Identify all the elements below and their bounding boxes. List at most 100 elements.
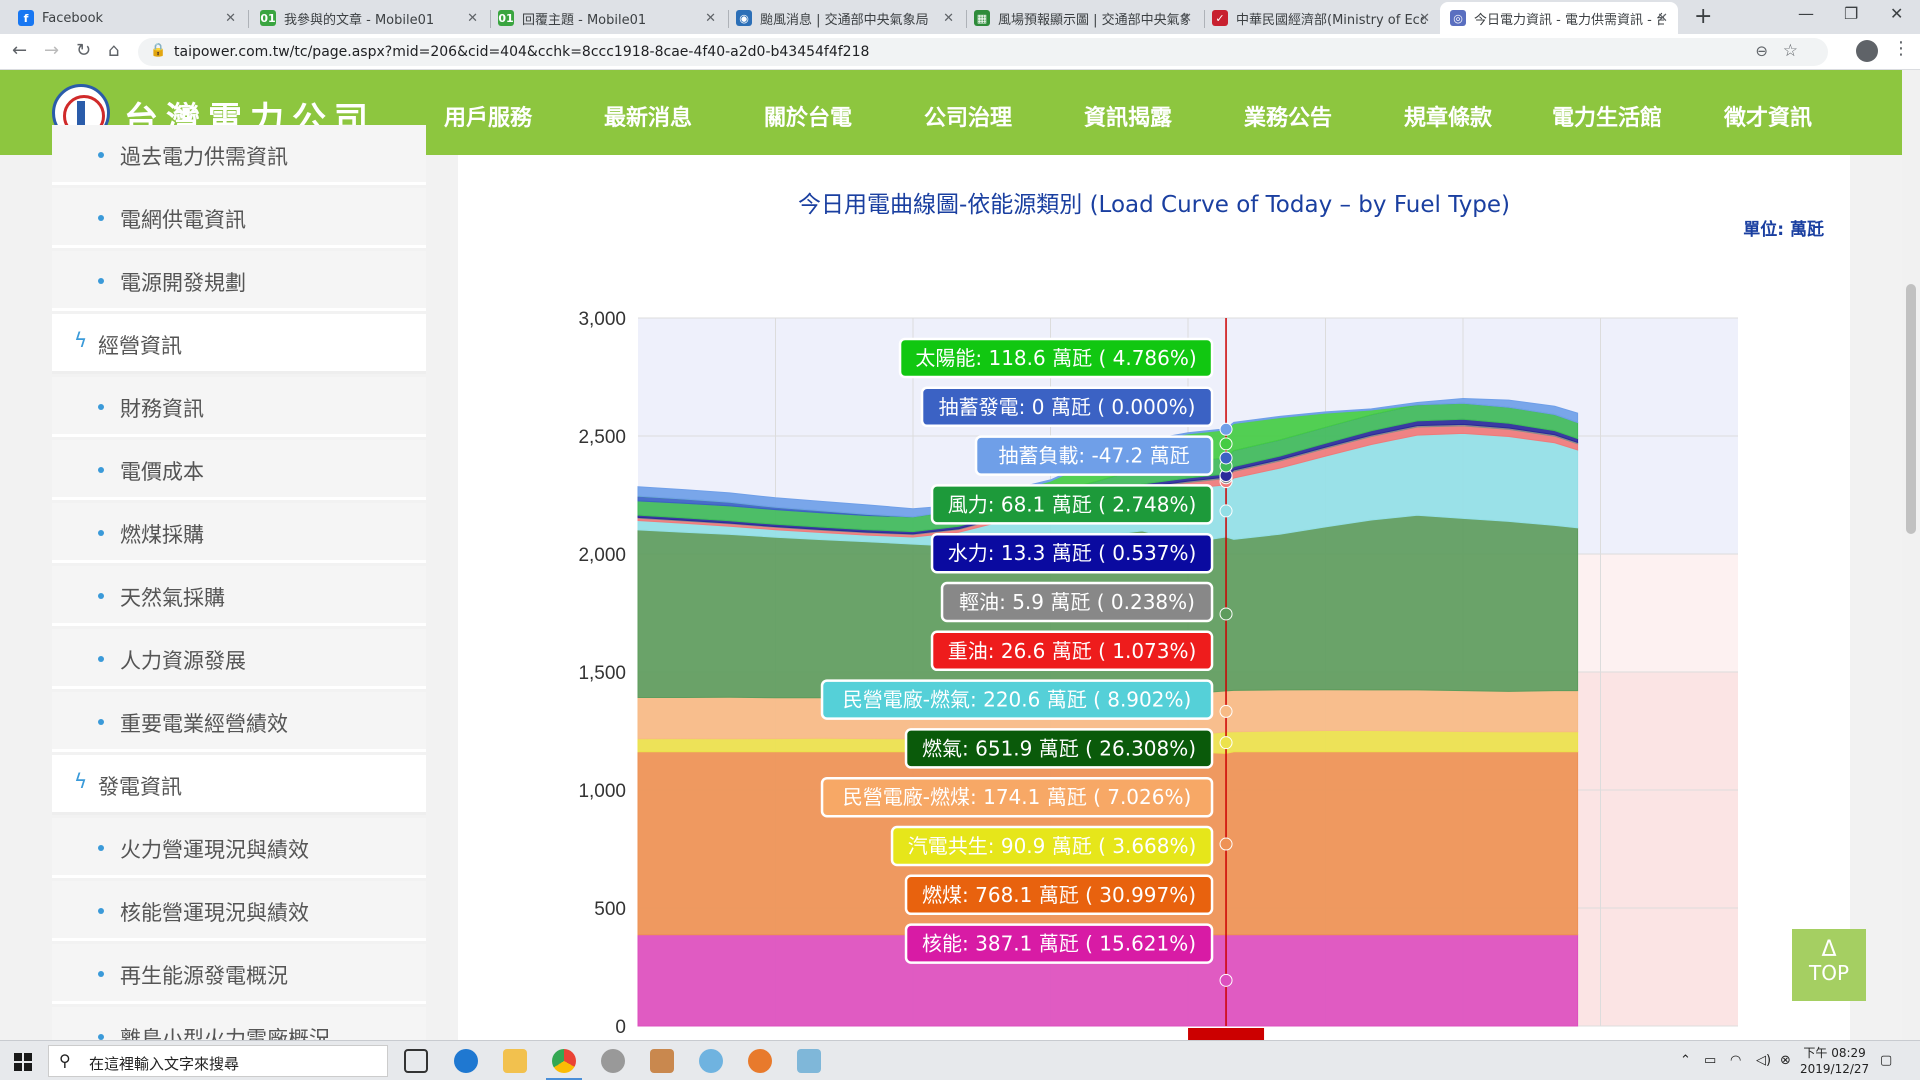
task-view-icon[interactable]: [404, 1049, 428, 1073]
lock-icon: 🔒: [150, 43, 167, 58]
app-network-icon[interactable]: [699, 1049, 723, 1073]
file-explorer-icon[interactable]: [503, 1049, 527, 1073]
app-compass-icon[interactable]: [601, 1049, 625, 1073]
tooltip-text: 燃煤: 768.1 萬瓩 ( 30.997%): [922, 883, 1196, 907]
tray-ime-icon[interactable]: ⊗: [1780, 1053, 1791, 1068]
tab-close-icon[interactable]: ✕: [225, 11, 236, 26]
tab-close-icon[interactable]: ✕: [705, 11, 716, 26]
sidebar-item-label: 再生能源發電概況: [120, 964, 288, 988]
tray-chevron-icon[interactable]: ⌃: [1680, 1053, 1691, 1068]
sidebar-item[interactable]: 天然氣採購: [52, 566, 426, 626]
tab-close-icon[interactable]: ✕: [1419, 11, 1430, 26]
sidebar-item[interactable]: 再生能源發電概況: [52, 944, 426, 1004]
sidebar-category[interactable]: ϟ 發電資訊: [52, 755, 426, 815]
sidebar-item[interactable]: 電網供電資訊: [52, 188, 426, 248]
tab-close-icon[interactable]: ✕: [1181, 11, 1192, 26]
search-icon: ⚲: [59, 1051, 71, 1070]
taskbar-clock[interactable]: 下午 08:29 2019/12/27: [1800, 1045, 1869, 1077]
browser-tab[interactable]: 01 回覆主題 - Mobile01 ✕: [488, 2, 726, 34]
main-nav-item[interactable]: 用戶服務: [444, 100, 532, 132]
reload-icon[interactable]: ↻: [76, 40, 91, 61]
bullet-dot-icon: [98, 278, 104, 284]
minimize-icon[interactable]: —: [1798, 4, 1814, 23]
zoom-icon[interactable]: ⊖: [1755, 42, 1768, 60]
app-window-icon[interactable]: [797, 1049, 821, 1073]
page-scrollbar[interactable]: [1902, 70, 1920, 1040]
sidebar-item[interactable]: 燃煤採購: [52, 503, 426, 563]
main-nav-item[interactable]: 規章條款: [1404, 100, 1492, 132]
sidebar-item[interactable]: 電價成本: [52, 440, 426, 500]
tab-close-icon[interactable]: ✕: [467, 11, 478, 26]
back-arrow-icon[interactable]: ←: [12, 40, 27, 61]
maximize-icon[interactable]: ❐: [1844, 4, 1858, 23]
new-tab-button[interactable]: +: [1694, 4, 1712, 29]
sidebar-item-label: 電價成本: [120, 460, 204, 484]
back-to-top-button[interactable]: Δ TOP: [1792, 929, 1866, 1001]
sidebar-item-label: 經營資訊: [98, 334, 182, 358]
window-close-icon[interactable]: ✕: [1890, 4, 1903, 23]
home-icon[interactable]: ⌂: [108, 40, 119, 61]
tab-favicon-icon: 01: [260, 10, 276, 26]
tab-title: 我參與的文章 - Mobile01: [284, 12, 435, 28]
browser-tab[interactable]: ✓ 中華民國經濟部(Ministry of Eco ✕: [1202, 2, 1440, 34]
profile-avatar-icon[interactable]: [1856, 40, 1878, 62]
browser-tab[interactable]: f Facebook ✕: [8, 2, 246, 34]
app-animal-icon[interactable]: [650, 1049, 674, 1073]
sidebar-item[interactable]: 核能營運現況與績效: [52, 881, 426, 941]
browser-tab[interactable]: ◉ 颱風消息 | 交通部中央氣象局 ✕: [726, 2, 964, 34]
tooltip-text: 汽電共生: 90.9 萬瓩 ( 3.668%): [908, 834, 1197, 858]
sidebar-category[interactable]: ϟ 經營資訊: [52, 314, 426, 374]
chrome-icon[interactable]: [552, 1049, 576, 1073]
scrollbar-thumb[interactable]: [1906, 284, 1916, 534]
tab-close-icon[interactable]: ✕: [1657, 11, 1668, 26]
main-nav-item[interactable]: 關於台電: [764, 100, 852, 132]
tray-battery-icon[interactable]: ▭: [1704, 1053, 1716, 1068]
browser-toolbar: ← → ↻ ⌂ 🔒 taipower.com.tw/tc/page.aspx?m…: [0, 34, 1920, 70]
browser-tab[interactable]: ◎ 今日電力資訊 - 電力供需資訊 - 台 ✕: [1440, 2, 1678, 34]
taskbar-search-box[interactable]: ⚲ 在這裡輸入文字來搜尋: [48, 1045, 388, 1077]
tray-volume-icon[interactable]: ◁): [1756, 1053, 1771, 1068]
sidebar-item[interactable]: 重要電業經營績效: [52, 692, 426, 752]
address-bar[interactable]: 🔒 taipower.com.tw/tc/page.aspx?mid=206&c…: [138, 38, 1828, 66]
bullet-dot-icon: [98, 908, 104, 914]
sidebar-item[interactable]: 財務資訊: [52, 377, 426, 437]
main-nav-item[interactable]: 最新消息: [604, 100, 692, 132]
browser-menu-icon[interactable]: ⋮: [1892, 38, 1910, 59]
sidebar-item[interactable]: 離島小型火力電廠概況: [52, 1007, 426, 1040]
taskbar-search-placeholder: 在這裡輸入文字來搜尋: [89, 1055, 240, 1073]
tooltip-text: 風力: 68.1 萬瓩 ( 2.748%): [948, 492, 1197, 516]
bullet-dot-icon: [98, 215, 104, 221]
tab-close-icon[interactable]: ✕: [943, 11, 954, 26]
sidebar-item-label: 電源開發規劃: [120, 271, 246, 295]
browser-tab[interactable]: ▦ 風場預報顯示圖 | 交通部中央氣象 ✕: [964, 2, 1202, 34]
lightning-icon: ϟ: [74, 328, 88, 352]
cursor-point: [1219, 607, 1233, 621]
blender-icon[interactable]: [748, 1049, 772, 1073]
sidebar-item[interactable]: 人力資源發展: [52, 629, 426, 689]
main-nav-item[interactable]: 資訊揭露: [1084, 100, 1172, 132]
sidebar-item[interactable]: 火力營運現況與績效: [52, 818, 426, 878]
sidebar-item[interactable]: 過去電力供需資訊: [52, 125, 426, 185]
sidebar-item-label: 火力營運現況與績效: [120, 838, 309, 862]
y-tick-label: 0: [615, 1017, 626, 1038]
forward-arrow-icon[interactable]: →: [44, 40, 59, 61]
edge-browser-icon[interactable]: [454, 1049, 478, 1073]
sidebar-menu: 過去電力供需資訊 電網供電資訊電源開發規劃 ϟ 經營資訊財務資訊電價成本燃煤採購 天然氣…: [52, 125, 426, 1040]
tab-favicon-icon: 01: [498, 10, 514, 26]
sidebar-item-label: 發電資訊: [98, 775, 182, 799]
main-nav-item[interactable]: 徵才資訊: [1724, 100, 1812, 132]
sidebar-item[interactable]: 電源開發規劃: [52, 251, 426, 311]
cursor-point: [1219, 736, 1233, 750]
main-nav-item[interactable]: 業務公告: [1244, 100, 1332, 132]
main-nav-item[interactable]: 公司治理: [924, 100, 1012, 132]
tray-wifi-icon[interactable]: ◠: [1730, 1053, 1741, 1068]
notification-icon[interactable]: ▢: [1880, 1053, 1892, 1068]
bullet-dot-icon: [98, 656, 104, 662]
main-nav-item[interactable]: 電力生活館: [1552, 100, 1662, 132]
load-curve-chart[interactable]: 05001,0001,5002,0002,5003,00003:0006:000…: [458, 155, 1850, 1040]
windows-start-icon[interactable]: [14, 1053, 32, 1071]
bullet-dot-icon: [98, 593, 104, 599]
browser-tab[interactable]: 01 我參與的文章 - Mobile01 ✕: [250, 2, 488, 34]
bookmark-star-icon[interactable]: ☆: [1783, 41, 1798, 61]
y-tick-label: 1,500: [578, 663, 626, 684]
